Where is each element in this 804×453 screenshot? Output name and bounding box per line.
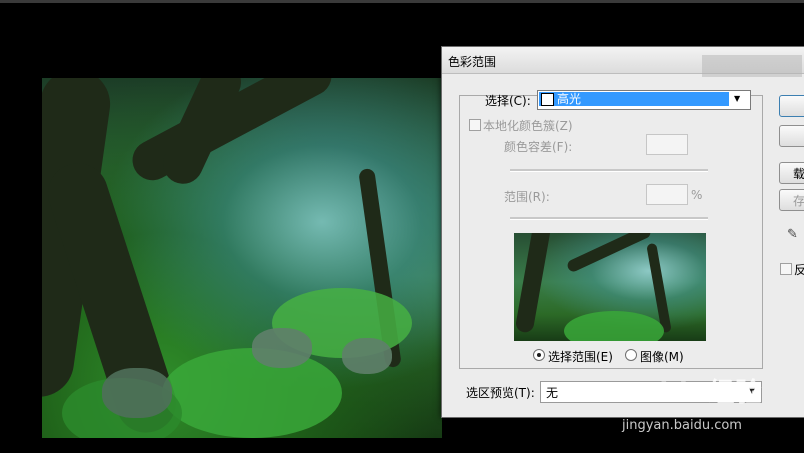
- select-highlight: 高光: [539, 92, 729, 106]
- radio-selected-dot: [537, 353, 541, 357]
- mossy-rock: [252, 328, 312, 368]
- selection-preview-thumbnail: [514, 233, 706, 341]
- localized-clusters-checkbox[interactable]: [469, 119, 481, 131]
- watermark-url: jingyan.baidu.com: [622, 418, 742, 433]
- radio-image-label: 图像(M): [640, 350, 684, 364]
- tolerance-input[interactable]: [646, 134, 688, 155]
- radio-selection-label: 选择范围(E): [548, 350, 613, 364]
- invert-label: 反: [794, 263, 804, 277]
- tolerance-label: 颜色容差(F):: [504, 140, 573, 154]
- preview-moss: [564, 311, 664, 341]
- load-button[interactable]: 载: [779, 162, 804, 184]
- dropdown-arrow-icon[interactable]: ▼: [734, 94, 740, 103]
- cancel-button[interactable]: [779, 125, 804, 147]
- ok-button[interactable]: [779, 95, 804, 117]
- radio-selection[interactable]: [533, 349, 545, 361]
- range-slider[interactable]: [510, 217, 708, 220]
- select-dropdown[interactable]: 高光 ▼: [537, 90, 751, 110]
- mossy-rock: [102, 368, 172, 418]
- eyedropper-icon[interactable]: ✎: [787, 227, 798, 242]
- radio-image[interactable]: [625, 349, 637, 361]
- preview-branch: [565, 233, 653, 274]
- mossy-rock: [342, 338, 392, 374]
- select-value: 高光: [557, 92, 582, 106]
- baidu-watermark-logo: Baidu经验: [620, 378, 763, 408]
- top-edge-bar: [0, 0, 804, 3]
- load-button-label: 载: [793, 167, 804, 181]
- range-label: 范围(R):: [504, 190, 550, 204]
- select-label: 选择(C):: [485, 94, 531, 108]
- invert-checkbox[interactable]: [780, 263, 792, 275]
- range-input[interactable]: [646, 184, 688, 205]
- selection-preview-value: 无: [546, 386, 559, 400]
- color-range-dialog: 色彩范围 选择(C): 高光 ▼ 本地化颜色簇(Z) 颜色容差(F): 范围(R…: [441, 46, 804, 418]
- titlebar-glass-area: [702, 55, 802, 77]
- color-swatch-icon: [541, 93, 554, 106]
- localized-clusters-label: 本地化颜色簇(Z): [483, 119, 573, 133]
- save-button[interactable]: 存: [779, 189, 804, 211]
- save-button-label: 存: [793, 194, 804, 208]
- dialog-title: 色彩范围: [448, 55, 497, 69]
- preview-tree-trunk: [514, 233, 552, 334]
- moss-patch: [162, 348, 342, 438]
- canvas-forest-image[interactable]: [42, 78, 442, 438]
- tolerance-slider[interactable]: [510, 169, 708, 172]
- dialog-titlebar[interactable]: 色彩范围: [442, 47, 804, 77]
- selection-preview-label: 选区预览(T):: [466, 386, 535, 400]
- percent-sign: %: [691, 188, 703, 202]
